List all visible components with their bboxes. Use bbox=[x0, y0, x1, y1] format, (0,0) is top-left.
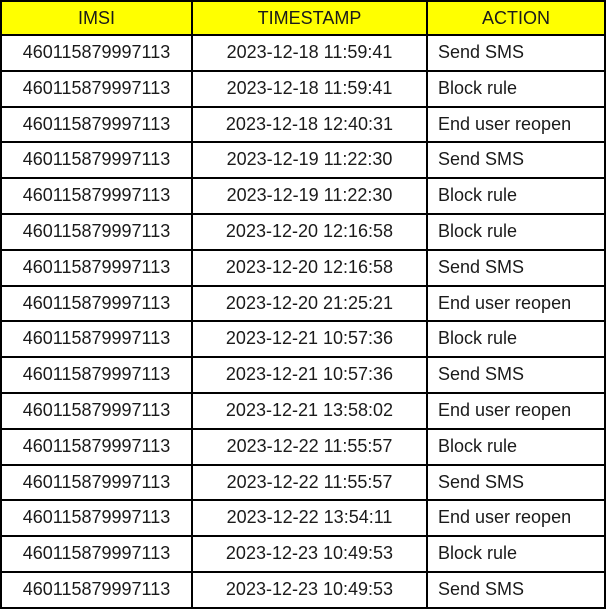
cell-imsi: 460115879997113 bbox=[0, 177, 193, 215]
column-header-imsi[interactable]: IMSI bbox=[0, 0, 193, 36]
cell-imsi: 460115879997113 bbox=[0, 212, 193, 251]
cell-action: Block rule bbox=[426, 320, 606, 359]
cell-imsi: 460115879997113 bbox=[0, 320, 193, 359]
cell-timestamp: 2023-12-19 11:22:30 bbox=[191, 177, 428, 215]
cell-action: Block rule bbox=[426, 212, 606, 251]
cell-timestamp: 2023-12-21 10:57:36 bbox=[191, 356, 428, 394]
table-header: IMSI TIMESTAMP ACTION bbox=[0, 0, 606, 36]
table-header-row: IMSI TIMESTAMP ACTION bbox=[0, 0, 606, 36]
cell-imsi: 460115879997113 bbox=[0, 34, 193, 72]
table-row[interactable]: 460115879997113 2023-12-19 11:22:30 Send S… bbox=[0, 141, 606, 180]
table-row[interactable]: 460115879997113 2023-12-22 11:55:57 Block … bbox=[0, 427, 606, 466]
cell-timestamp: 2023-12-21 13:58:02 bbox=[191, 391, 428, 430]
cell-imsi: 460115879997113 bbox=[0, 105, 193, 144]
table-row[interactable]: 460115879997113 2023-12-23 10:49:53 Send S… bbox=[0, 570, 606, 609]
cell-timestamp: 2023-12-21 10:57:36 bbox=[191, 320, 428, 359]
cell-timestamp: 2023-12-18 12:40:31 bbox=[191, 105, 428, 144]
cell-imsi: 460115879997113 bbox=[0, 284, 193, 323]
cell-action: End user reopen bbox=[426, 105, 606, 144]
cell-imsi: 460115879997113 bbox=[0, 570, 193, 609]
cell-timestamp: 2023-12-18 11:59:41 bbox=[191, 34, 428, 72]
table-body: 460115879997113 2023-12-18 11:59:41 Send S… bbox=[0, 34, 606, 609]
cell-action: Send SMS bbox=[426, 463, 606, 502]
cell-action: Send SMS bbox=[426, 248, 606, 287]
table-row[interactable]: 460115879997113 2023-12-19 11:22:30 Block … bbox=[0, 177, 606, 215]
cell-action: End user reopen bbox=[426, 391, 606, 430]
cell-timestamp: 2023-12-23 10:49:53 bbox=[191, 535, 428, 573]
cell-imsi: 460115879997113 bbox=[0, 535, 193, 573]
cell-imsi: 460115879997113 bbox=[0, 248, 193, 287]
column-header-action[interactable]: ACTION bbox=[426, 0, 606, 36]
cell-action: Block rule bbox=[426, 535, 606, 573]
cell-timestamp: 2023-12-23 10:49:53 bbox=[191, 570, 428, 609]
cell-action: Send SMS bbox=[426, 34, 606, 72]
table-row[interactable]: 460115879997113 2023-12-21 10:57:36 Block … bbox=[0, 320, 606, 359]
cell-action: Send SMS bbox=[426, 356, 606, 394]
table-row[interactable]: 460115879997113 2023-12-18 11:59:41 Block … bbox=[0, 69, 606, 108]
cell-action: End user reopen bbox=[426, 499, 606, 538]
cell-imsi: 460115879997113 bbox=[0, 356, 193, 394]
cell-timestamp: 2023-12-20 21:25:21 bbox=[191, 284, 428, 323]
table-row[interactable]: 460115879997113 2023-12-18 11:59:41 Send S… bbox=[0, 34, 606, 72]
cell-imsi: 460115879997113 bbox=[0, 141, 193, 180]
column-header-timestamp[interactable]: TIMESTAMP bbox=[191, 0, 428, 36]
table-row[interactable]: 460115879997113 2023-12-22 13:54:11 End us… bbox=[0, 499, 606, 538]
cell-timestamp: 2023-12-22 11:55:57 bbox=[191, 427, 428, 466]
table-row[interactable]: 460115879997113 2023-12-20 21:25:21 End us… bbox=[0, 284, 606, 323]
cell-action: End user reopen bbox=[426, 284, 606, 323]
table-row[interactable]: 460115879997113 2023-12-18 12:40:31 End us… bbox=[0, 105, 606, 144]
cell-timestamp: 2023-12-22 11:55:57 bbox=[191, 463, 428, 502]
cell-action: Block rule bbox=[426, 177, 606, 215]
event-log-table: IMSI TIMESTAMP ACTION 460115879997113 202… bbox=[0, 0, 606, 609]
cell-imsi: 460115879997113 bbox=[0, 69, 193, 108]
cell-imsi: 460115879997113 bbox=[0, 499, 193, 538]
cell-imsi: 460115879997113 bbox=[0, 391, 193, 430]
cell-timestamp: 2023-12-19 11:22:30 bbox=[191, 141, 428, 180]
cell-timestamp: 2023-12-18 11:59:41 bbox=[191, 69, 428, 108]
table-row[interactable]: 460115879997113 2023-12-23 10:49:53 Block … bbox=[0, 535, 606, 573]
cell-action: Send SMS bbox=[426, 141, 606, 180]
table-row[interactable]: 460115879997113 2023-12-21 13:58:02 End us… bbox=[0, 391, 606, 430]
table-row[interactable]: 460115879997113 2023-12-22 11:55:57 Send S… bbox=[0, 463, 606, 502]
cell-timestamp: 2023-12-20 12:16:58 bbox=[191, 248, 428, 287]
table-row[interactable]: 460115879997113 2023-12-20 12:16:58 Block … bbox=[0, 212, 606, 251]
cell-timestamp: 2023-12-20 12:16:58 bbox=[191, 212, 428, 251]
table-row[interactable]: 460115879997113 2023-12-20 12:16:58 Send S… bbox=[0, 248, 606, 287]
table-row[interactable]: 460115879997113 2023-12-21 10:57:36 Send S… bbox=[0, 356, 606, 394]
cell-imsi: 460115879997113 bbox=[0, 427, 193, 466]
cell-action: Block rule bbox=[426, 69, 606, 108]
cell-imsi: 460115879997113 bbox=[0, 463, 193, 502]
cell-timestamp: 2023-12-22 13:54:11 bbox=[191, 499, 428, 538]
cell-action: Send SMS bbox=[426, 570, 606, 609]
cell-action: Block rule bbox=[426, 427, 606, 466]
